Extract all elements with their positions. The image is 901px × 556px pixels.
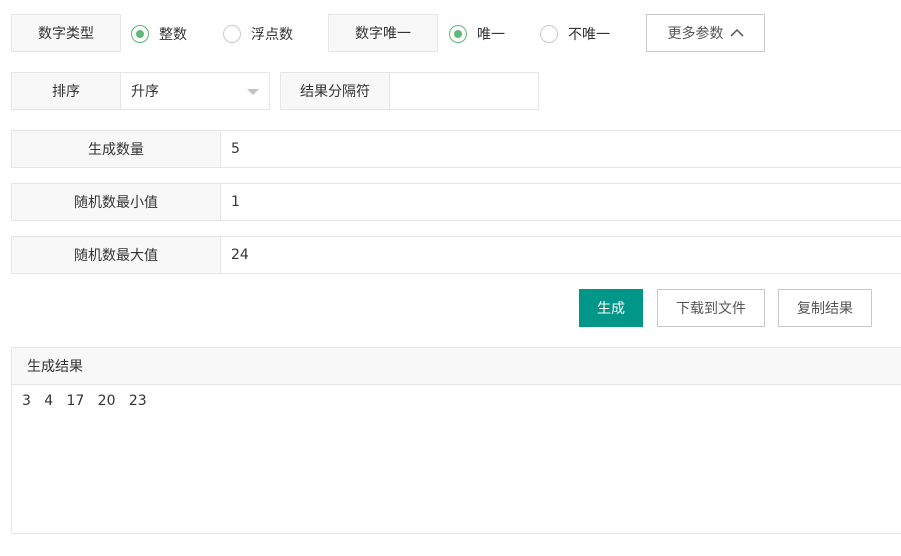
more-params-label: 更多参数 xyxy=(667,26,724,42)
number-type-label: 数字类型 xyxy=(11,14,121,52)
count-input-value: 5 xyxy=(231,141,240,157)
result-panel-header: 生成结果 xyxy=(12,348,901,385)
result-panel: 生成结果 3 4 17 20 23 xyxy=(11,347,901,534)
radio-unique[interactable]: 唯一 xyxy=(449,24,505,44)
download-button[interactable]: 下载到文件 xyxy=(657,289,765,327)
sort-select-value: 升序 xyxy=(131,84,159,100)
result-title: 生成结果 xyxy=(27,359,83,375)
result-output[interactable]: 3 4 17 20 23 xyxy=(12,385,901,417)
radio-unique-label: 唯一 xyxy=(477,27,505,43)
max-value-input-value: 24 xyxy=(231,247,249,263)
count-input[interactable]: 5 xyxy=(220,130,901,168)
radio-integer-label: 整数 xyxy=(159,27,187,43)
count-label: 生成数量 xyxy=(11,130,221,168)
unique-label: 数字唯一 xyxy=(328,14,438,52)
more-params-button[interactable]: 更多参数 xyxy=(646,14,765,52)
sort-label: 排序 xyxy=(11,72,121,110)
max-value-label: 随机数最大值 xyxy=(11,236,221,274)
radio-circle-checked xyxy=(131,25,149,43)
copy-result-button[interactable]: 复制结果 xyxy=(778,289,872,327)
radio-float[interactable]: 浮点数 xyxy=(223,24,293,44)
radio-circle xyxy=(223,25,241,43)
min-value-input-value: 1 xyxy=(231,194,240,210)
radio-not-unique-label: 不唯一 xyxy=(568,27,610,43)
min-value-input[interactable]: 1 xyxy=(220,183,901,221)
radio-float-label: 浮点数 xyxy=(251,27,293,43)
separator-label: 结果分隔符 xyxy=(280,72,390,110)
radio-circle xyxy=(540,25,558,43)
max-value-input[interactable]: 24 xyxy=(220,236,901,274)
separator-input[interactable] xyxy=(389,72,539,110)
radio-integer[interactable]: 整数 xyxy=(131,24,187,44)
sort-select[interactable]: 升序 xyxy=(120,72,270,110)
radio-circle-checked xyxy=(449,25,467,43)
chevron-up-icon xyxy=(729,28,744,37)
caret-down-icon xyxy=(247,89,259,95)
generate-button[interactable]: 生成 xyxy=(579,289,643,327)
radio-not-unique[interactable]: 不唯一 xyxy=(540,24,610,44)
min-value-label: 随机数最小值 xyxy=(11,183,221,221)
